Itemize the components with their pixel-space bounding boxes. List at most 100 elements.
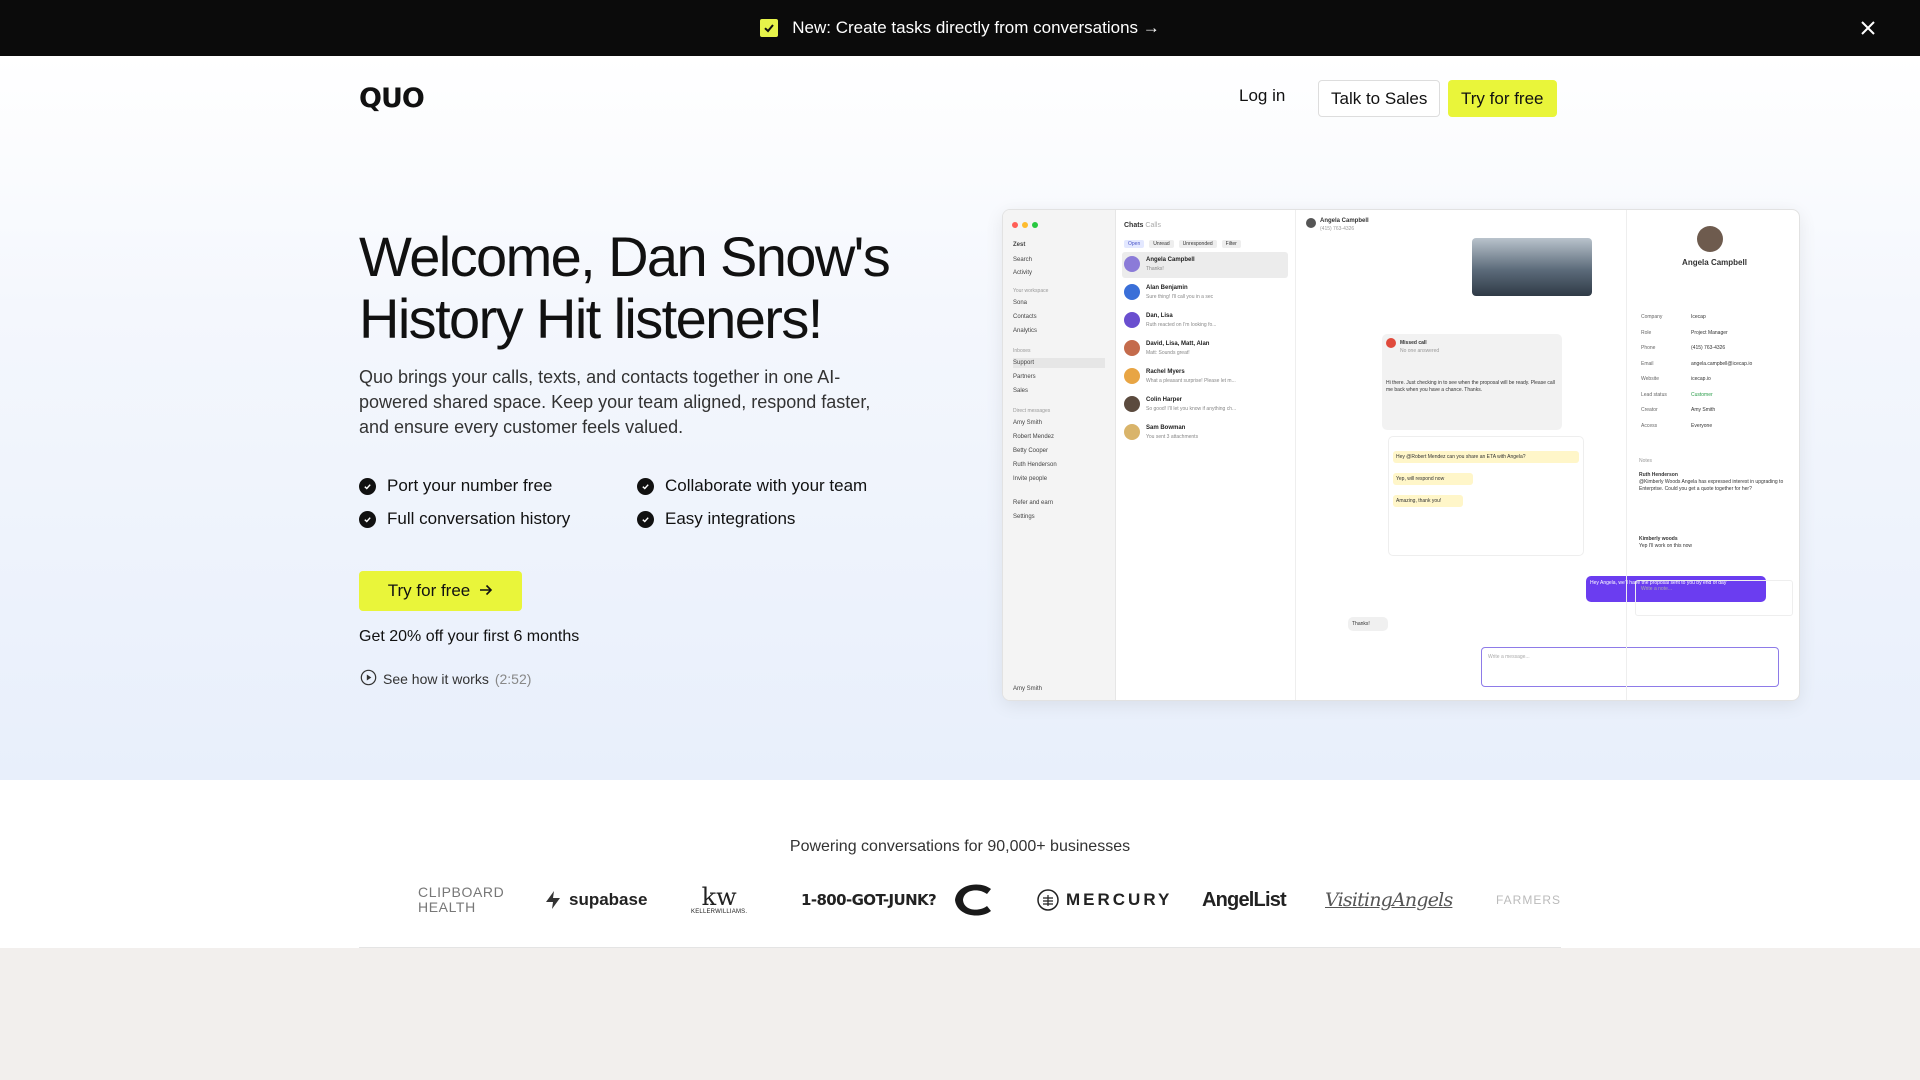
login-link[interactable]: Log in [1239,86,1285,106]
avatar [1124,368,1140,384]
mercury-logo: MERCURY [1037,875,1172,925]
hero-try-for-free-button[interactable]: Try for free [359,571,522,611]
chat-contact-phone: (415) 763-4326 [1320,226,1355,232]
filter-chips: Open Unread Unresponded Filter [1124,240,1241,248]
feature-list: Port your number free Collaborate with y… [359,476,919,529]
list-item: Rachel Myers What a pleasant surprise! Pl… [1122,364,1288,390]
sidebar-item: Ruth Henderson [1013,462,1057,468]
sidebar-item: Robert Mendez [1013,434,1055,440]
logo-strip: CLIPBOARD HEALTH supabase kw KELLERWILLI… [360,875,1560,925]
next-section-background [0,948,1920,1080]
contact-detail-panel: Angela Campbell Company Icecap Role Projec… [1626,210,1799,700]
note: Ruth Henderson @Kimberly Woods Angela ha… [1639,472,1784,492]
detail-name: Angela Campbell [1682,258,1747,267]
detail-fields: Company Icecap Role Project Manager Phone(… [1641,314,1753,429]
sidebar-item: Betty Cooper [1013,448,1049,454]
check-circle-icon [359,477,376,495]
arrow-right-icon [479,581,493,601]
chat-contact-name: Angela Campbell [1320,218,1369,224]
avatar [1124,284,1140,300]
powering-headline: Powering conversations for 90,000+ busin… [789,838,1131,855]
check-circle-icon [359,510,376,528]
announcement-link[interactable]: New: Create tasks directly from conversa… [792,18,1160,38]
sidebar-heading: Your workspace [1013,288,1049,294]
supabase-logo: supabase [543,875,647,925]
sidebar-heading: Direct messages [1013,408,1051,414]
sidebar-item: Search [1013,257,1033,263]
sidebar-item: Support [1013,358,1105,368]
list-item: Alan Benjamin Sure thing! I'll call you i… [1122,280,1288,306]
list-item: Dan, Lisa Ruth reacted on I'm looking fo.… [1122,308,1288,334]
incoming-message: Thanks! [1348,617,1388,631]
app-screenshot: Zest Search Activity Your workspace Sona… [1002,209,1800,701]
play-circle-icon [360,669,377,689]
chicago-bears-logo [951,875,997,925]
sidebar-item: Amy Smith [1013,420,1043,426]
avatar [1124,424,1140,440]
check-circle-icon [637,477,654,495]
sidebar-item: Activity [1013,270,1033,276]
see-how-it-works-link[interactable]: See how it works (2:52) [360,669,531,689]
feature-label: Collaborate with your team [665,476,868,495]
cta-label: Try for free [387,581,471,600]
sidebar-item: Invite people [1013,476,1048,482]
sidebar-item: Settings [1013,514,1035,520]
quo-logo[interactable]: QUO [359,83,425,114]
bolt-icon [546,891,560,909]
farmers-logo: FARMERS [1496,893,1562,907]
visiting-angels-logo: VisitingAngels [1325,889,1453,911]
sidebar-item: Refer and earn [1013,500,1054,506]
sidebar-heading: Inboxes [1013,348,1031,354]
hero-description: Quo brings your calls, texts, and contac… [359,367,871,437]
notes-heading: Notes [1639,458,1653,464]
feature-item: Easy integrations [637,509,915,529]
feature-label: Full conversation history [387,509,571,528]
chat-panel: Angela Campbell (415) 763-4326 Missed ca… [1296,210,1779,700]
avatar [1697,226,1723,252]
avatar [1124,312,1140,328]
avatar [1306,218,1316,228]
sidebar-item: Analytics [1013,328,1038,334]
feature-item: Collaborate with your team [637,476,915,496]
list-title: Chats Calls [1124,222,1161,229]
note: Kimberly woods Yep I'll work on this now [1639,536,1693,549]
avatar [1124,340,1140,356]
got-junk-logo: 1-800-GOT-JUNK? [801,891,937,909]
keller-williams-logo: kw KELLERWILLIAMS. [691,883,748,915]
sidebar-item: Partners [1013,374,1036,380]
voicemail-bubble: Missed call No one answered Hi there. Ju… [1382,334,1562,430]
talk-to-sales-button[interactable]: Talk to Sales [1318,80,1441,117]
list-item: David, Lisa, Matt, Alan Matt: Sounds grea… [1122,336,1288,362]
checkbox-icon [760,19,779,37]
discount-text: Get 20% off your first 6 months [359,628,580,645]
close-icon[interactable] [1856,16,1880,40]
feature-label: Port your number free [387,476,553,495]
announcement-bar: New: Create tasks directly from conversa… [0,0,1920,56]
window-controls [1012,222,1038,228]
sidebar-item: Sona [1013,300,1028,306]
top-nav: QUO Log in Talk to Sales Try for free [0,56,1920,140]
sidebar-item: Contacts [1013,314,1037,320]
try-for-free-button[interactable]: Try for free [1448,80,1557,117]
workspace-name: Zest [1013,242,1026,248]
sidebar-user: Amy Smith [1013,686,1043,692]
list-item: Colin Harper So good! I'll let you know i… [1122,392,1288,418]
feature-item: Full conversation history [359,509,637,529]
list-item: Angela Campbell Thanks! [1122,252,1288,278]
app-sidebar: Zest Search Activity Your workspace Sona… [1003,210,1116,700]
office-photo [1472,238,1592,296]
avatar [1124,396,1140,412]
clipboard-health-logo: CLIPBOARD HEALTH [418,884,505,915]
video-duration: (2:52) [494,671,532,687]
note-input: Write a note... [1635,580,1793,616]
avatar [1124,256,1140,272]
video-label: See how it works [383,671,489,687]
feature-item: Port your number free [359,476,637,496]
sidebar-item: Sales [1013,388,1029,394]
check-circle-icon [637,510,654,528]
angellist-logo: AngelList [1202,888,1287,911]
feature-label: Easy integrations [665,509,796,528]
thread-panel: Hey @Robert Mendez can you share an ETA … [1388,436,1584,556]
list-item: Sam Bowman You sent 3 attachments [1122,420,1288,446]
conversation-list: Chats Calls Open Unread Unresponded Filt… [1116,210,1296,700]
